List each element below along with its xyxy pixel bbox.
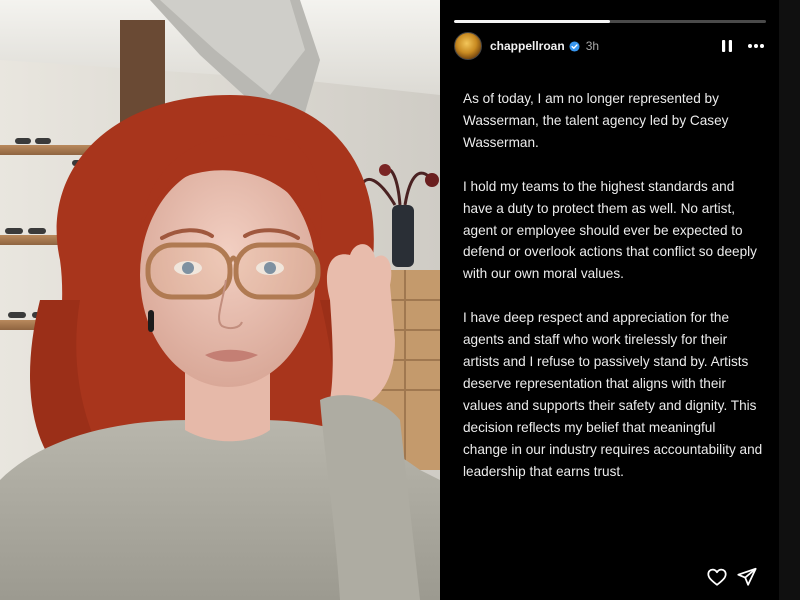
caption-paragraph: I hold my teams to the highest standards… [463,178,757,282]
caption-paragraph: I have deep respect and appreciation for… [463,310,763,479]
story-panel: chappellroan 3h As of today, I am no lon… [440,0,800,600]
story-progress-bar [454,20,766,23]
caption-paragraph: As of today, I am no longer represented … [463,91,729,150]
story-card: chappellroan 3h As of today, I am no lon… [440,0,779,600]
verified-badge-icon [569,40,580,52]
post-time: 3h [585,39,600,53]
username[interactable]: chappellroan [490,39,565,53]
avatar[interactable] [454,32,482,60]
story-footer [440,564,779,590]
send-icon [737,567,757,586]
like-button[interactable] [706,566,728,588]
story-viewer: chappellroan 3h As of today, I am no lon… [0,0,800,600]
selfie-photo [0,0,440,600]
heart-icon [707,568,727,586]
share-button[interactable] [736,566,758,588]
pause-icon [722,40,732,52]
more-options-button[interactable] [746,36,766,56]
pause-button[interactable] [718,36,736,56]
story-caption: As of today, I am no longer represented … [463,88,763,505]
story-header: chappellroan 3h [454,32,766,60]
story-progress-fill [454,20,610,23]
more-options-icon [748,44,764,48]
